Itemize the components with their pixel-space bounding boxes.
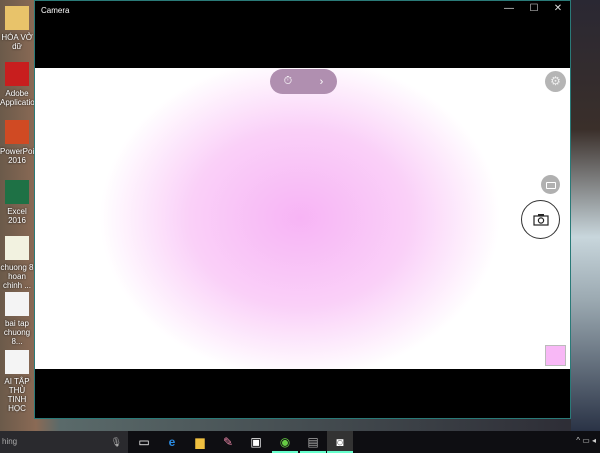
store-icon[interactable]: ▣ xyxy=(243,431,269,453)
window-title: Camera xyxy=(41,6,70,15)
paint-icon[interactable]: ✎ xyxy=(215,431,241,453)
camera-preview: ⏱ › ⚙ xyxy=(35,68,570,369)
desktop-icon-label: bai tap chuong 8... xyxy=(3,319,31,346)
search-input[interactable]: hing xyxy=(2,437,17,446)
expand-chevron-icon[interactable]: › xyxy=(320,76,324,88)
file-icon xyxy=(5,120,29,144)
file-icon xyxy=(5,62,29,86)
close-button[interactable]: ✕ xyxy=(548,3,568,14)
settings-gear-icon[interactable]: ⚙ xyxy=(545,71,566,92)
minimize-button[interactable]: — xyxy=(499,3,519,14)
file-icon xyxy=(5,180,29,204)
desktop-icon[interactable]: HÓA VỞ dữ xyxy=(0,6,34,51)
desktop-icon[interactable]: Excel 2016 xyxy=(0,180,34,225)
file-icon xyxy=(5,6,29,30)
camera-icon xyxy=(532,214,549,226)
file-icon xyxy=(5,292,29,316)
app-icon-printer[interactable]: ▤ xyxy=(300,431,326,453)
desktop-icon-label: Adobe Applicatio... xyxy=(0,89,42,107)
camera-window: Camera — ☐ ✕ ⏱ › ⚙ xyxy=(34,0,571,419)
search-box[interactable]: hing 🎙 xyxy=(0,431,128,453)
taskbar: hing 🎙 ▭ e ▆ ✎ ▣ ◉ ▤ ◙ ^ ▭ ◂ xyxy=(0,431,600,453)
system-tray[interactable]: ^ ▭ ◂ xyxy=(576,436,596,445)
file-icon xyxy=(5,350,29,374)
edge-icon[interactable]: e xyxy=(159,431,185,453)
timer-icon[interactable]: ⏱ xyxy=(284,75,293,88)
last-photo-thumbnail[interactable] xyxy=(545,345,566,366)
video-mode-button[interactable] xyxy=(541,175,560,194)
task-view-icon[interactable]: ▭ xyxy=(131,431,157,453)
camera-taskbar-icon[interactable]: ◙ xyxy=(327,431,353,453)
maximize-button[interactable]: ☐ xyxy=(524,3,544,14)
desktop-icon[interactable]: Adobe Applicatio... xyxy=(0,62,42,107)
timer-control[interactable]: ⏱ › xyxy=(270,69,337,94)
desktop-icon[interactable]: AI TẬP THỦ TINH HỌC xyxy=(0,350,34,413)
desktop-icon-label: Excel 2016 xyxy=(7,207,27,225)
desktop-icon-label: PowerPoint 2016 xyxy=(0,147,41,165)
microphone-icon[interactable]: 🎙 xyxy=(111,431,122,453)
desktop-icon[interactable]: PowerPoint 2016 xyxy=(0,120,41,165)
desktop-icon[interactable]: bai tap chuong 8... xyxy=(0,292,34,346)
desktop-icon-label: chuong 8 hoan chinh ... xyxy=(0,263,34,290)
file-explorer-icon[interactable]: ▆ xyxy=(187,431,213,453)
file-icon xyxy=(5,236,29,260)
desktop-icon-label: HÓA VỞ dữ xyxy=(1,33,33,51)
wallpaper-strip xyxy=(571,0,600,431)
take-photo-button[interactable] xyxy=(521,200,560,239)
app-icon-green[interactable]: ◉ xyxy=(272,431,298,453)
desktop-icon-label: AI TẬP THỦ TINH HỌC xyxy=(4,377,30,413)
desktop-icon[interactable]: chuong 8 hoan chinh ... xyxy=(0,236,34,290)
